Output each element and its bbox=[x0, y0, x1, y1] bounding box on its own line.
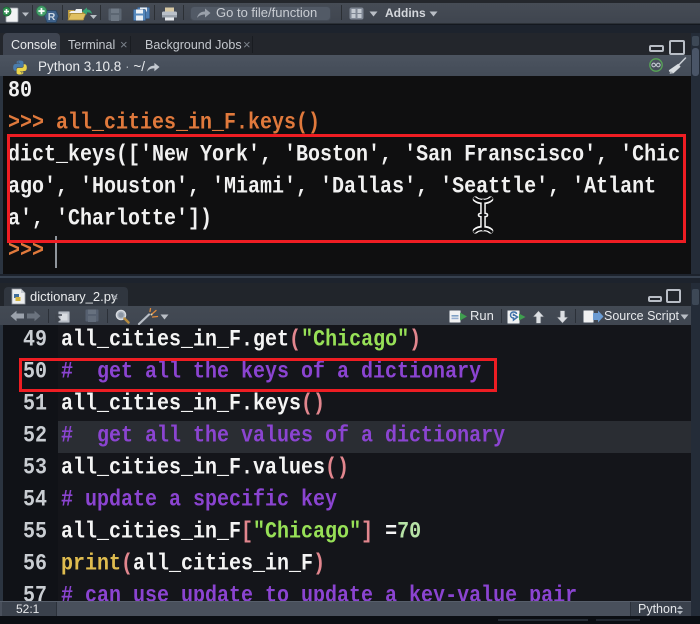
svg-text:R: R bbox=[48, 11, 56, 23]
